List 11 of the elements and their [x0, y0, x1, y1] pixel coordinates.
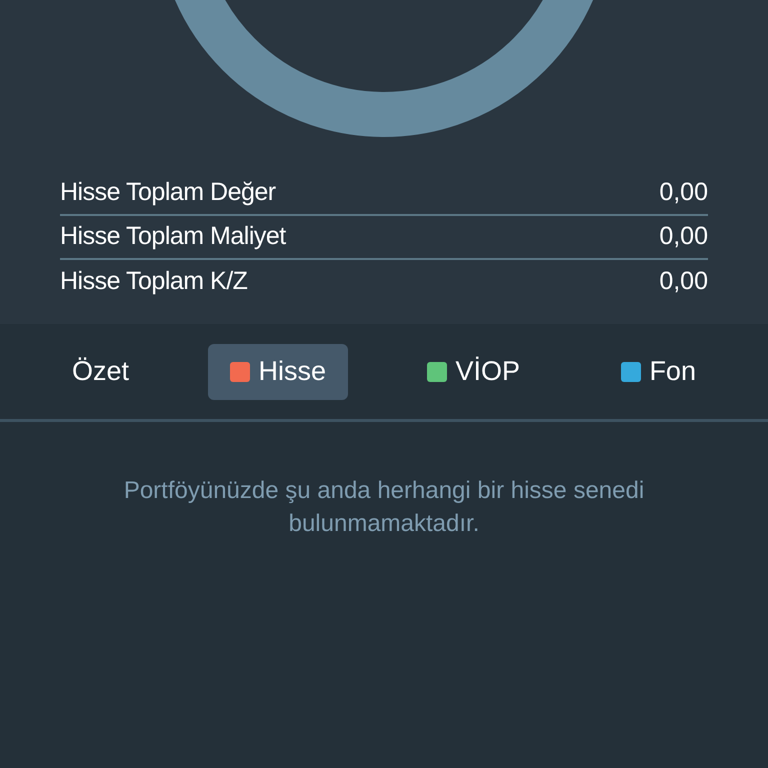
row-label: Hisse Toplam Değer — [60, 177, 276, 208]
tab[interactable]: Fon — [599, 344, 718, 400]
row-label: Hisse Toplam Maliyet — [60, 221, 286, 252]
row-value: 0,00 — [659, 177, 708, 208]
tab[interactable]: Özet — [50, 344, 152, 400]
tab[interactable]: VİOP — [405, 344, 542, 400]
row-label: Hisse Toplam K/Z — [60, 266, 248, 298]
empty-message: Portföyünüzde şu anda herhangi bir hisse senedi bulunmamaktadır. — [122, 476, 646, 539]
tab[interactable]: Hisse — [208, 344, 348, 400]
row-value: 0,00 — [659, 221, 708, 252]
row-value: 0,00 — [659, 266, 708, 298]
